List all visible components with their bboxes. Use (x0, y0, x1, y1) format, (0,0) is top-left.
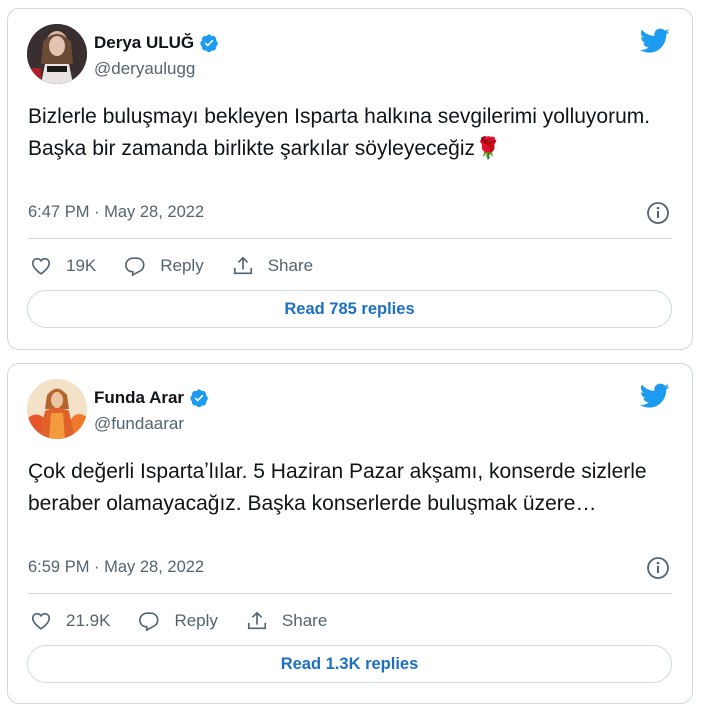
read-replies-button[interactable]: Read 785 replies (27, 290, 672, 328)
like-button[interactable]: 21.9K (30, 610, 110, 632)
read-replies-button[interactable]: Read 1.3K replies (27, 645, 672, 683)
like-count: 21.9K (66, 611, 111, 630)
action-bar: 21.9K Reply Share (30, 608, 355, 634)
share-icon (247, 611, 266, 630)
reply-label: Reply (174, 611, 218, 630)
twitter-bird-icon[interactable] (640, 383, 670, 409)
share-button[interactable]: Share (246, 610, 327, 632)
user-handle[interactable]: @deryaulugg (94, 59, 195, 79)
reply-label: Reply (160, 256, 204, 275)
divider (28, 238, 672, 239)
verified-badge-icon (190, 389, 208, 408)
tweet-timestamp[interactable]: 6:47 PM · May 28, 2022 (28, 203, 204, 222)
reply-button[interactable]: Reply (138, 610, 218, 632)
info-icon[interactable] (646, 201, 670, 225)
display-name[interactable]: Derya ULUĞ (94, 33, 194, 53)
like-count: 19K (66, 256, 97, 275)
avatar[interactable] (27, 379, 87, 439)
info-icon[interactable] (646, 556, 670, 580)
share-label: Share (267, 256, 314, 275)
avatar-photo (27, 24, 87, 84)
tweet-timestamp[interactable]: 6:59 PM · May 28, 2022 (28, 558, 204, 577)
tweet-text: Bizlerle buluşmayı bekleyen Isparta halk… (28, 105, 651, 160)
twitter-bird-icon[interactable] (640, 28, 670, 54)
verified-badge-icon (200, 34, 218, 53)
user-handle[interactable]: @fundaarar (94, 414, 184, 434)
divider (28, 593, 672, 594)
action-bar: 19K Reply Share (30, 253, 341, 279)
reply-button[interactable]: Reply (124, 255, 204, 277)
like-button[interactable]: 19K (30, 255, 96, 277)
share-button[interactable]: Share (232, 255, 313, 277)
avatar-photo (27, 379, 87, 439)
share-label: Share (281, 611, 328, 630)
heart-icon (31, 612, 51, 630)
tweet-card-1[interactable]: Derya ULUĞ @deryaulugg Bizlerle buluşmay… (7, 8, 693, 350)
reply-icon (125, 257, 145, 277)
reply-icon (139, 612, 159, 632)
tweet-card-2[interactable]: Funda Arar @fundaarar Çok değerli Ispart… (7, 363, 693, 704)
tweet-text: Çok değerli Ispartaʼlılar. 5 Haziran Paz… (28, 460, 647, 515)
share-icon (233, 256, 252, 275)
heart-icon (31, 257, 51, 275)
avatar[interactable] (27, 24, 87, 84)
display-name[interactable]: Funda Arar (94, 388, 184, 408)
